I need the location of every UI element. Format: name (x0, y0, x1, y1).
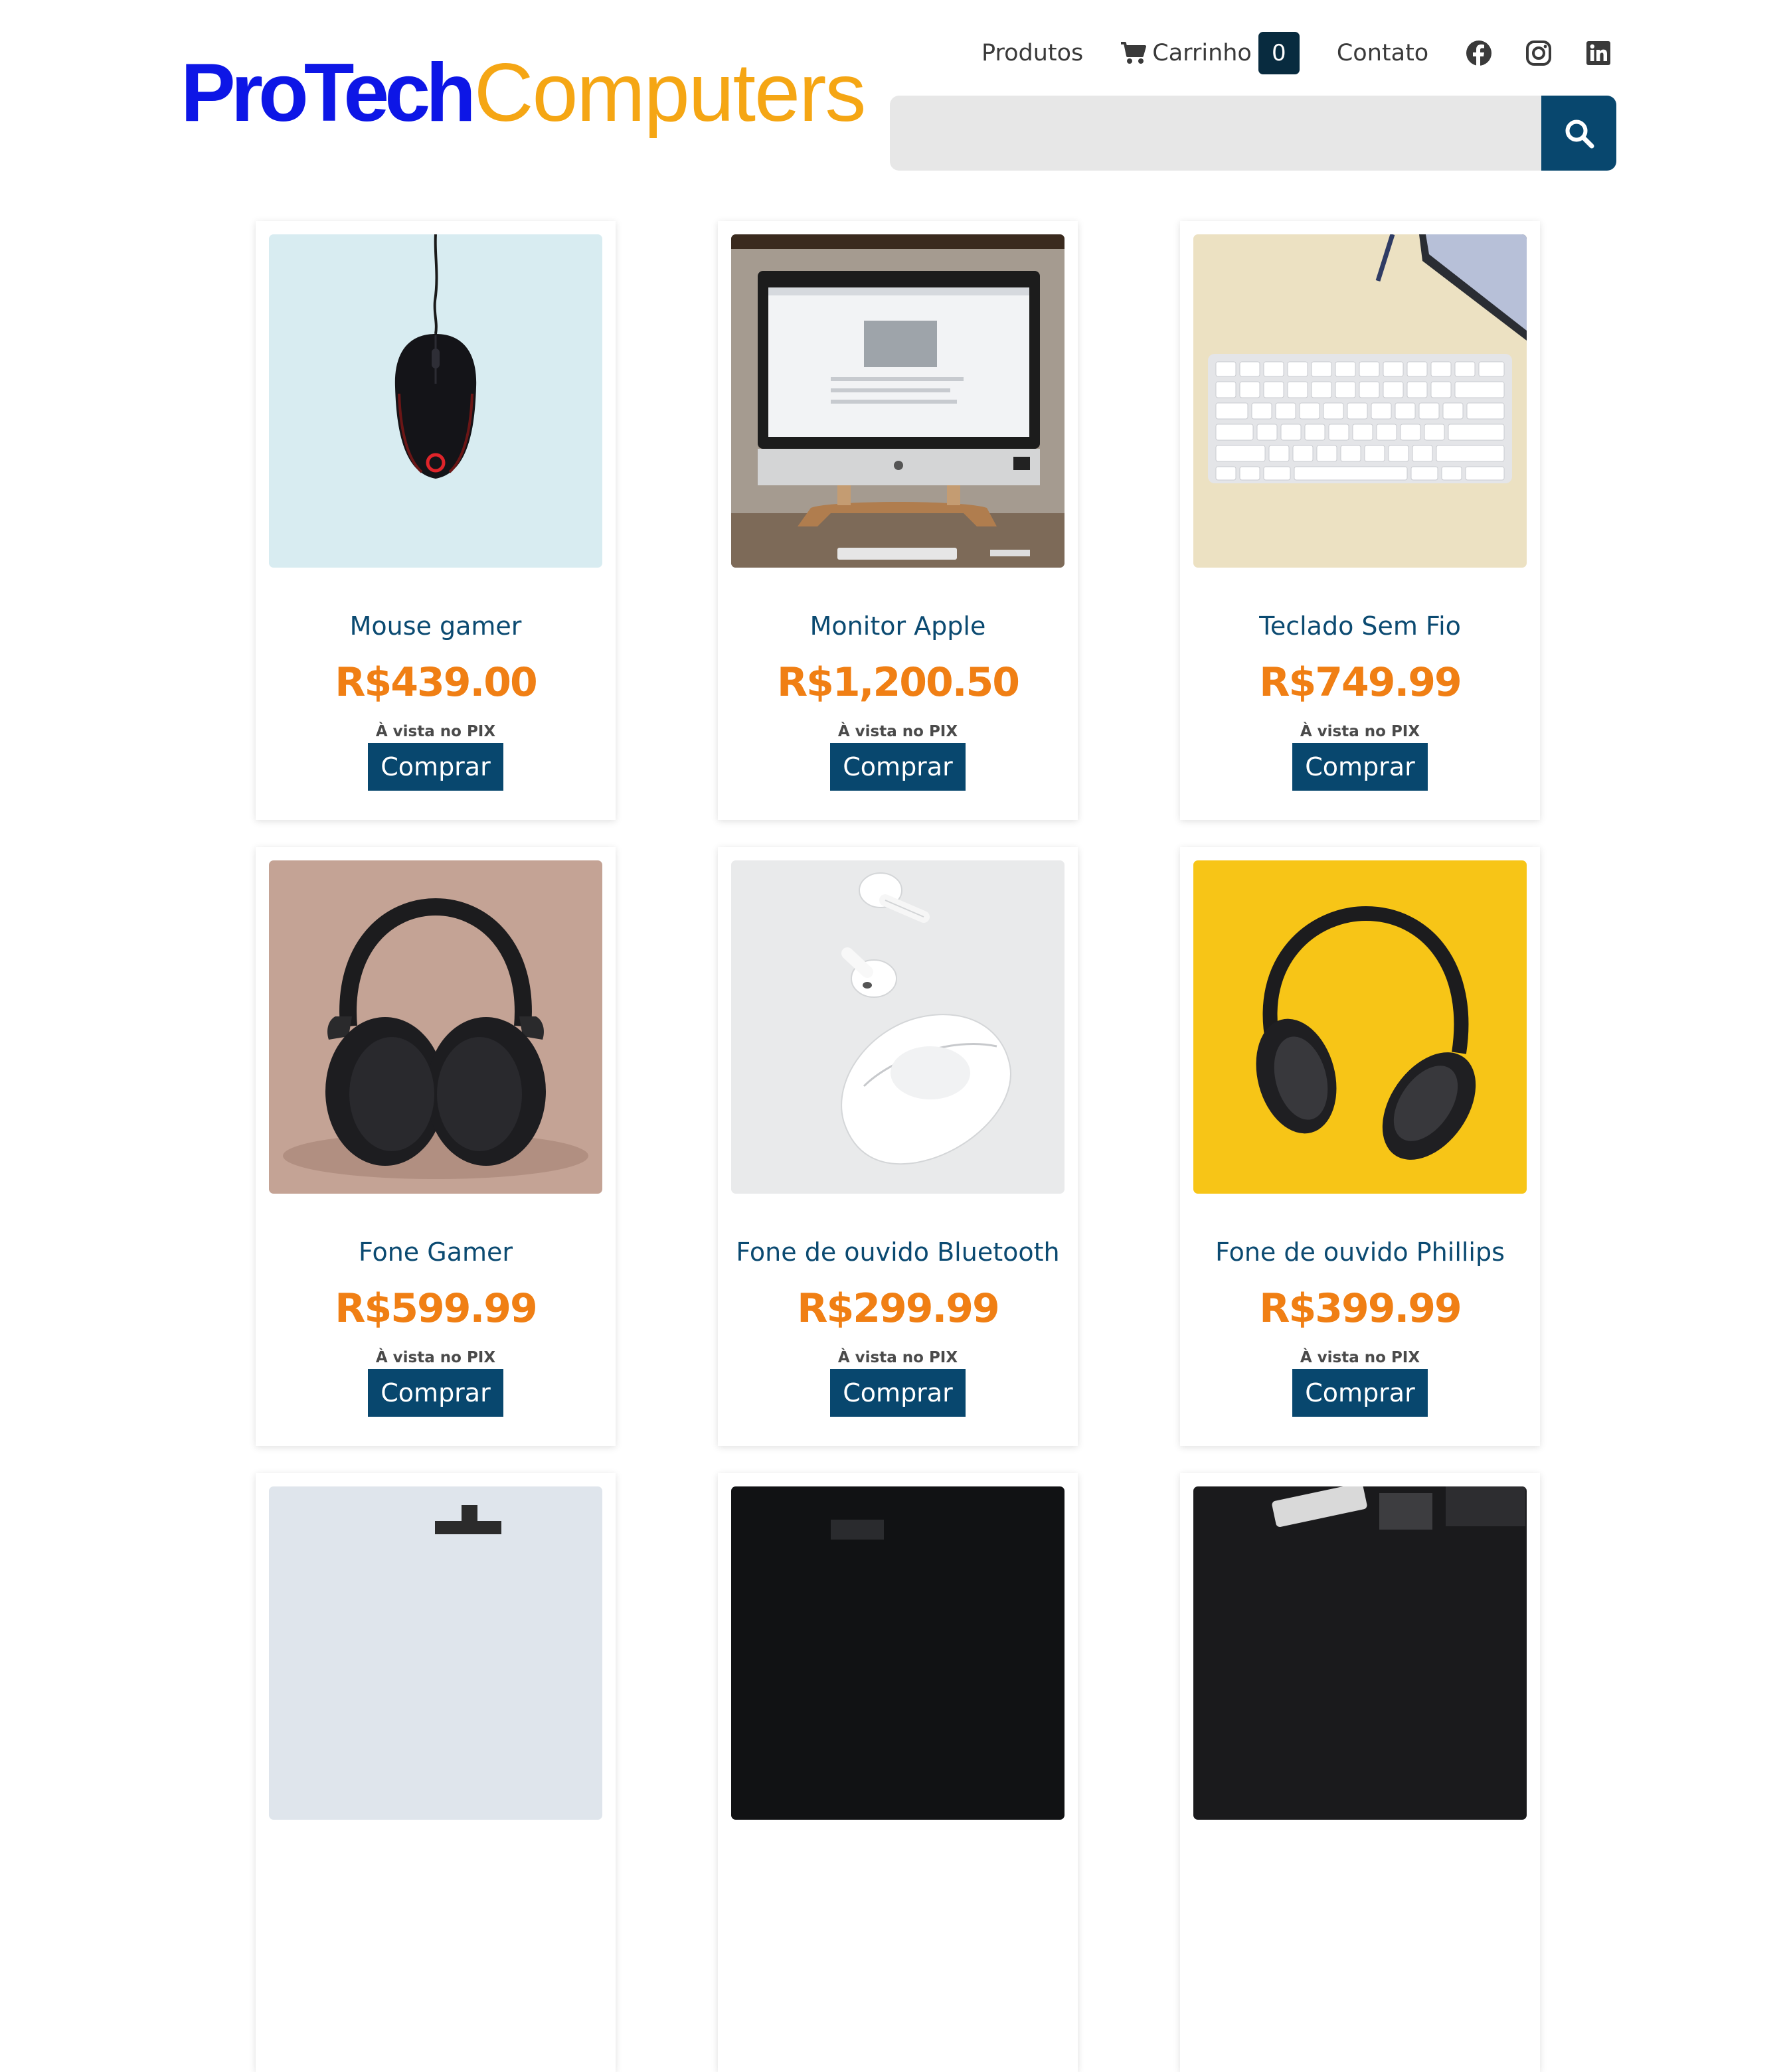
buy-button[interactable]: Comprar (368, 1369, 503, 1417)
product-price: R$599.99 (335, 1285, 537, 1332)
product-payment-note: À vista no PIX (375, 723, 496, 740)
search-input[interactable] (890, 96, 1541, 171)
logo-text-computers: Computers (473, 47, 866, 139)
product-card: Fone de ouvido Bluetooth R$299.99 À vist… (718, 847, 1078, 1446)
product-image[interactable] (269, 1486, 602, 1820)
instagram-icon[interactable] (1525, 40, 1552, 66)
product-payment-note: À vista no PIX (837, 1349, 958, 1366)
product-price: R$399.99 (1259, 1285, 1462, 1332)
logo-text-protech: ProTech (181, 47, 476, 139)
facebook-icon[interactable] (1466, 40, 1492, 66)
buy-button[interactable]: Comprar (1292, 743, 1428, 791)
buy-button[interactable]: Comprar (830, 743, 966, 791)
social-links (1466, 40, 1612, 66)
buy-button[interactable]: Comprar (368, 743, 503, 791)
product-card: Monitor Apple R$1,200.50 À vista no PIX … (718, 221, 1078, 820)
product-card (256, 1473, 616, 2072)
product-price: R$299.99 (797, 1285, 999, 1332)
buy-button[interactable]: Comprar (1292, 1369, 1428, 1417)
product-card: Teclado Sem Fio R$749.99 À vista no PIX … (1180, 221, 1540, 820)
cart-count-badge: 0 (1258, 32, 1300, 74)
product-price: R$749.99 (1259, 659, 1462, 706)
product-image[interactable] (731, 1486, 1065, 1820)
product-image-mouse[interactable] (269, 234, 602, 568)
product-price: R$439.00 (335, 659, 537, 706)
product-card: Fone Gamer R$599.99 À vista no PIX Compr… (256, 847, 616, 1446)
product-payment-note: À vista no PIX (375, 1349, 496, 1366)
product-payment-note: À vista no PIX (1300, 1349, 1420, 1366)
product-name[interactable]: Fone Gamer (256, 1237, 616, 1267)
product-card (1180, 1473, 1540, 2072)
product-image[interactable] (1193, 1486, 1527, 1820)
buy-button[interactable]: Comprar (830, 1369, 966, 1417)
product-card: Mouse gamer R$439.00 À vista no PIX Comp… (256, 221, 616, 820)
product-card: Fone de ouvido Phillips R$399.99 À vista… (1180, 847, 1540, 1446)
cart-label: Carrinho (1152, 40, 1252, 66)
product-image-monitor[interactable] (731, 234, 1065, 568)
product-image-airpods[interactable] (731, 860, 1065, 1194)
product-name[interactable]: Fone de ouvido Bluetooth (718, 1237, 1078, 1267)
product-price: R$1,200.50 (776, 659, 1020, 706)
product-card (718, 1473, 1078, 2072)
site-logo[interactable]: ProTechComputers (181, 40, 866, 146)
product-image-fone-phillips[interactable] (1193, 860, 1527, 1194)
cart-icon (1121, 42, 1147, 64)
search-icon (1565, 120, 1594, 148)
product-name[interactable]: Monitor Apple (718, 611, 1078, 641)
product-payment-note: À vista no PIX (1300, 723, 1420, 740)
product-name[interactable]: Fone de ouvido Phillips (1180, 1237, 1540, 1267)
nav-link-carrinho[interactable]: Carrinho 0 (1120, 32, 1300, 74)
product-name[interactable]: Teclado Sem Fio (1180, 611, 1540, 641)
nav-link-produtos[interactable]: Produtos (981, 40, 1083, 66)
product-image-fone-gamer[interactable] (269, 860, 602, 1194)
product-name[interactable]: Mouse gamer (256, 611, 616, 641)
linkedin-icon[interactable] (1585, 40, 1612, 66)
search-button[interactable] (1541, 96, 1616, 171)
search-bar (890, 96, 1616, 171)
nav-link-contato[interactable]: Contato (1337, 40, 1428, 66)
product-image-keyboard[interactable] (1193, 234, 1527, 568)
product-payment-note: À vista no PIX (837, 723, 958, 740)
top-nav: Produtos Carrinho 0 Contato (981, 32, 1612, 74)
